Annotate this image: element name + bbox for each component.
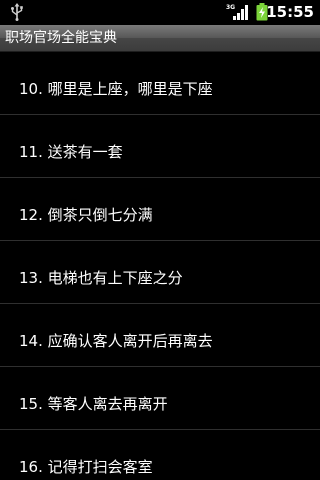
list-item-label: 14. 应确认客人离开后再离去 [19, 332, 213, 350]
list-item-label: 12. 倒茶只倒七分满 [19, 206, 153, 224]
list-item-label: 15. 等客人离去再离开 [19, 395, 168, 413]
list-item[interactable]: 16. 记得打扫会客室 [0, 430, 320, 480]
list-item[interactable]: 13. 电梯也有上下座之分 [0, 241, 320, 304]
screen: 3G 15:55 职场官场全能宝典 10. 哪里是上座，哪里是下座 11. 送茶… [0, 0, 320, 480]
list-item[interactable]: 11. 送茶有一套 [0, 115, 320, 178]
list-item[interactable]: 15. 等客人离去再离开 [0, 367, 320, 430]
list-item[interactable]: 10. 哪里是上座，哪里是下座 [0, 52, 320, 115]
app-title: 职场官场全能宝典 [5, 30, 117, 46]
title-bar: 职场官场全能宝典 [0, 25, 320, 52]
article-list: 10. 哪里是上座，哪里是下座 11. 送茶有一套 12. 倒茶只倒七分满 13… [0, 52, 320, 480]
list-item-label: 16. 记得打扫会客室 [19, 458, 153, 476]
status-bar: 3G 15:55 [0, 0, 320, 25]
usb-icon [11, 3, 23, 21]
list-item[interactable]: 14. 应确认客人离开后再离去 [0, 304, 320, 367]
list-item-label: 13. 电梯也有上下座之分 [19, 269, 183, 287]
list-item-label: 11. 送茶有一套 [19, 143, 123, 161]
signal-icon: 3G [226, 4, 248, 20]
signal-network-label: 3G [226, 4, 235, 11]
list-item[interactable]: 12. 倒茶只倒七分满 [0, 178, 320, 241]
clock: 15:55 [266, 3, 314, 21]
list-item-label: 10. 哪里是上座，哪里是下座 [19, 80, 213, 98]
